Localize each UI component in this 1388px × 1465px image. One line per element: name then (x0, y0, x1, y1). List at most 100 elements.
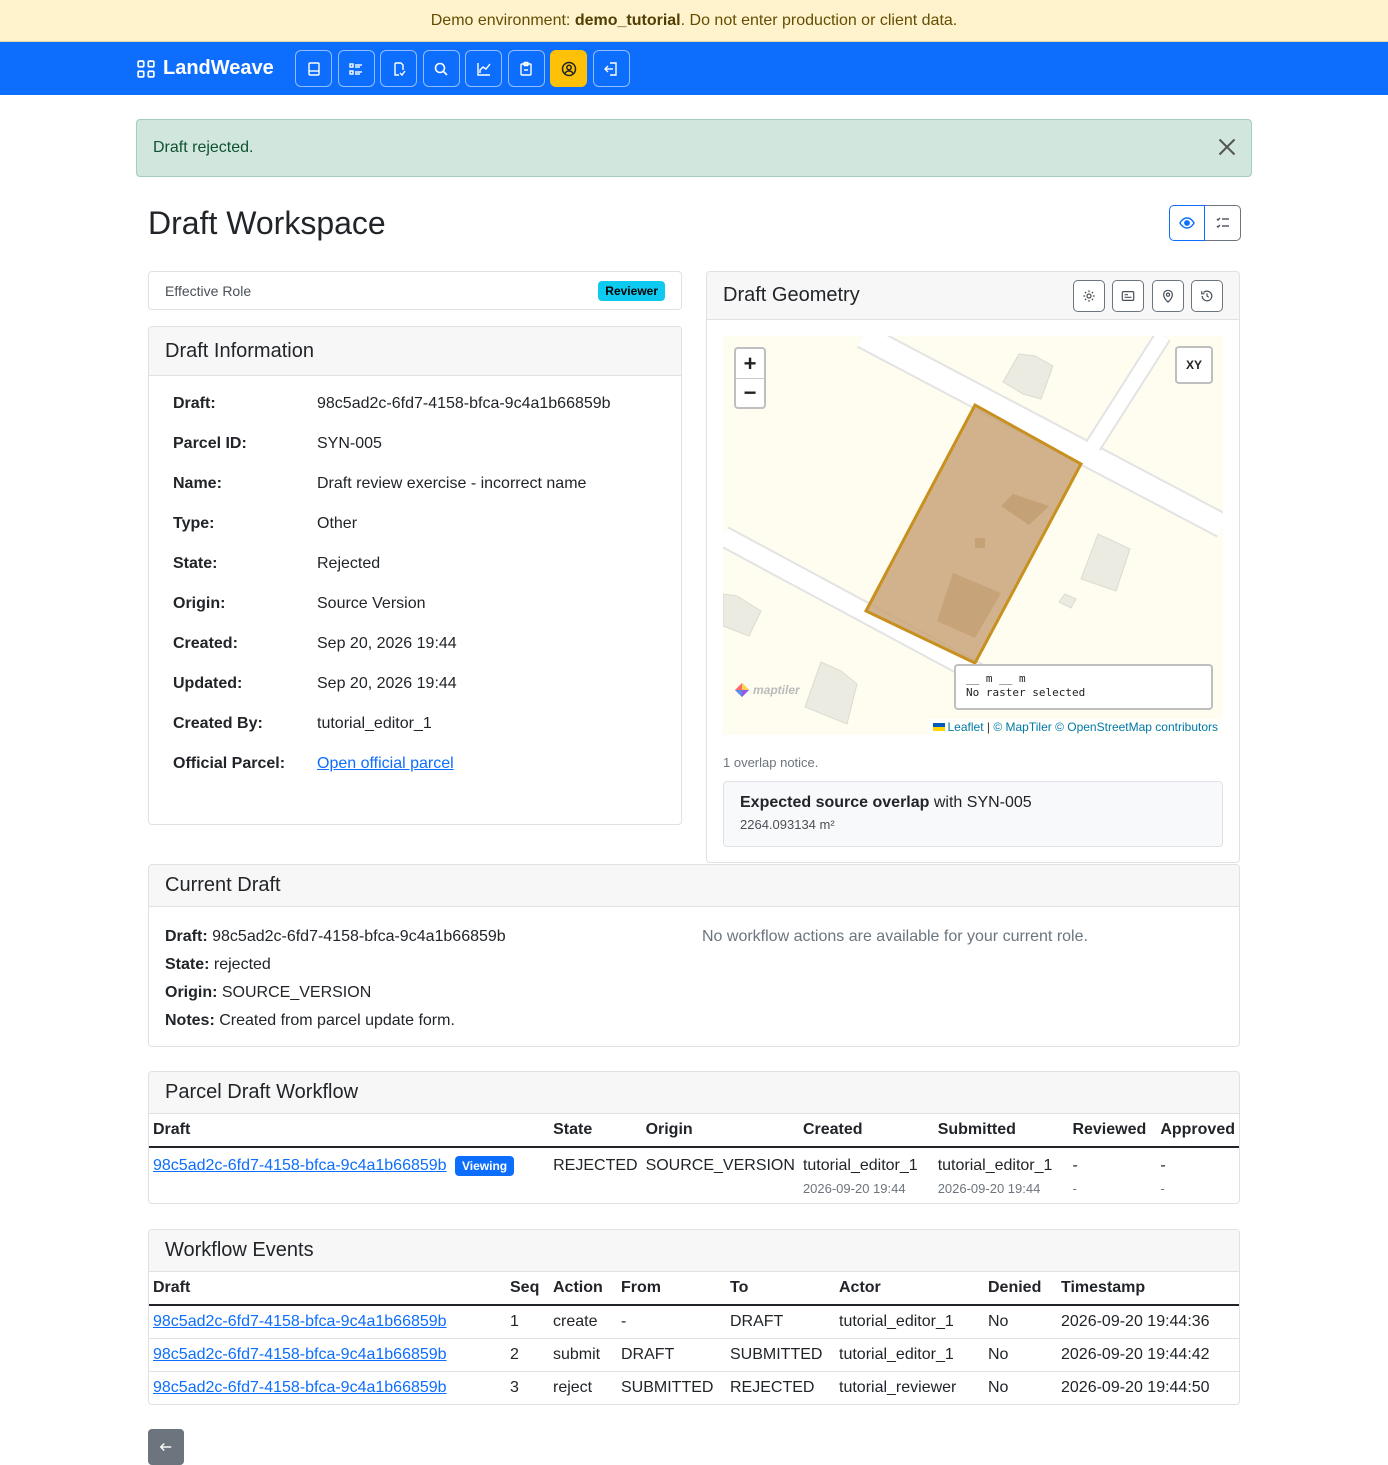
role-badge: Reviewer (598, 280, 665, 301)
history-icon (1201, 290, 1213, 301)
col-state: State (549, 1114, 642, 1148)
user-circle-icon (561, 61, 577, 76)
geometry-map[interactable]: + − XY __ m __ m No raster selected mapt… (723, 336, 1223, 735)
zoom-in-button[interactable]: + (736, 349, 764, 378)
workflow-reviewed: - (1072, 1157, 1078, 1174)
maptiler-link[interactable]: © MapTiler (993, 720, 1051, 734)
workflow-state: REJECTED (553, 1157, 638, 1174)
close-icon[interactable] (1217, 137, 1237, 157)
col-actor: Actor (835, 1272, 984, 1306)
brand-link[interactable]: LandWeave (137, 57, 274, 80)
brand-name: LandWeave (163, 57, 274, 79)
maptiler-logo-text: maptiler (753, 683, 800, 697)
checklist-button[interactable] (1205, 205, 1241, 241)
maptiler-logo[interactable]: maptiler (734, 682, 800, 698)
view-button[interactable] (1169, 205, 1205, 241)
view-toggle-group (1169, 205, 1241, 241)
info-row-created: Created: Sep 20, 2026 19:44 (173, 635, 457, 652)
xy-coordinate-button[interactable]: XY (1175, 346, 1213, 384)
table-row: 98c5ad2c-6fd7-4158-bfca-9c4a1b66859b 3 r… (153, 1378, 1210, 1396)
table-row: 98c5ad2c-6fd7-4158-bfca-9c4a1b66859b Vie… (149, 1147, 1239, 1203)
alert-message: Draft rejected. (153, 139, 254, 156)
col-origin: Origin (641, 1114, 799, 1148)
workflow-created-at: 2026-09-20 19:44 (802, 1181, 906, 1196)
nav-book-button[interactable] (295, 50, 333, 87)
col-created: Created (798, 1114, 934, 1148)
workflow-header: Parcel Draft Workflow (149, 1072, 1239, 1114)
nav-logout-button[interactable] (592, 50, 630, 87)
map-attribution: Leaflet | © MapTiler © OpenStreetMap con… (927, 719, 1223, 735)
events-header: Workflow Events (149, 1230, 1239, 1272)
scale-line-text: __ m __ m (966, 672, 1026, 685)
map-pin-icon (1162, 289, 1173, 303)
col-denied: Denied (984, 1272, 1057, 1306)
workflow-submitted-at: 2026-09-20 19:44 (937, 1181, 1041, 1196)
card-icon (1121, 290, 1135, 301)
current-draft-card: Current Draft Draft: 98c5ad2c-6fd7-4158-… (148, 864, 1240, 1047)
clipboard-icon (520, 61, 532, 76)
osm-link[interactable]: © OpenStreetMap contributors (1055, 720, 1218, 734)
col-to: To (726, 1272, 835, 1306)
overlap-title-line: Expected source overlap with SYN-005 (740, 794, 1206, 812)
top-navbar: LandWeave (0, 42, 1388, 95)
effective-role-label: Effective Role (165, 282, 252, 299)
geometry-settings-button[interactable] (1072, 279, 1105, 312)
demo-banner-prefix: Demo environment: (430, 11, 571, 29)
nav-profile-button[interactable] (550, 50, 588, 87)
map-building (975, 538, 985, 548)
info-row-official-parcel: Official Parcel: Open official parcel (173, 755, 611, 795)
current-draft-header: Current Draft (149, 865, 1239, 907)
workflow-table: Draft State Origin Created Submitted Rev… (149, 1114, 1239, 1203)
col-draft: Draft (149, 1272, 506, 1306)
overlap-with: with SYN-005 (929, 794, 1032, 811)
info-row-origin: Origin: Source Version (173, 595, 426, 612)
geometry-toolbar (1065, 279, 1223, 312)
table-row: 98c5ad2c-6fd7-4158-bfca-9c4a1b66859b 2 s… (149, 1338, 1239, 1372)
geometry-history-button[interactable] (1191, 279, 1223, 312)
draft-geometry-header: Draft Geometry (707, 272, 1239, 320)
geometry-pin-button[interactable] (1151, 279, 1184, 312)
event-draft-link[interactable]: 98c5ad2c-6fd7-4158-bfca-9c4a1b66859b (153, 1313, 447, 1330)
draft-information-header: Draft Information (149, 327, 681, 376)
effective-role-card: Effective Role Reviewer (148, 271, 682, 310)
col-from: From (617, 1272, 726, 1306)
scale-info-box: __ m __ m No raster selected (954, 664, 1213, 710)
ukraine-flag-icon (932, 723, 945, 731)
workflow-submitted-by: tutorial_editor_1 (937, 1157, 1053, 1174)
col-draft: Draft (149, 1114, 550, 1148)
parcel-draft-workflow-card: Parcel Draft Workflow Draft State Origin… (148, 1071, 1240, 1204)
open-official-parcel-link[interactable]: Open official parcel (317, 755, 454, 795)
nav-drafts-button[interactable] (380, 50, 418, 87)
leaflet-link[interactable]: Leaflet (948, 720, 984, 734)
event-draft-link[interactable]: 98c5ad2c-6fd7-4158-bfca-9c4a1b66859b (153, 1379, 447, 1396)
workflow-draft-link[interactable]: 98c5ad2c-6fd7-4158-bfca-9c4a1b66859b (153, 1157, 447, 1174)
col-seq: Seq (506, 1272, 549, 1306)
draft-geometry-title: Draft Geometry (723, 284, 860, 306)
demo-banner: Demo environment: demo_tutorial. Do not … (0, 0, 1388, 42)
current-draft-origin: Origin: SOURCE_VERSION (165, 984, 372, 1001)
table-row: 98c5ad2c-6fd7-4158-bfca-9c4a1b66859b 1 c… (149, 1305, 1239, 1339)
event-draft-link[interactable]: 98c5ad2c-6fd7-4158-bfca-9c4a1b66859b (153, 1346, 447, 1363)
chart-icon (477, 62, 491, 76)
list-icon (349, 62, 363, 75)
zoom-out-button[interactable]: − (736, 378, 764, 407)
demo-banner-suffix: . Do not enter production or client data… (680, 11, 958, 29)
info-row-state: State: Rejected (173, 555, 381, 572)
workflow-approved: - (1160, 1157, 1166, 1174)
nav-search-button[interactable] (422, 50, 460, 87)
nav-clipboard-button[interactable] (507, 50, 545, 87)
nav-chart-button[interactable] (465, 50, 503, 87)
no-actions-note: No workflow actions are available for yo… (702, 928, 1088, 945)
current-draft-state: State: rejected (165, 956, 271, 973)
draft-information-card: Draft Information Draft: 98c5ad2c-6fd7-41… (148, 326, 682, 825)
back-button[interactable] (148, 1429, 184, 1465)
col-reviewed: Reviewed (1068, 1114, 1157, 1148)
nav-list-button[interactable] (337, 50, 375, 87)
workflow-origin: SOURCE_VERSION (645, 1157, 795, 1174)
current-draft-id: Draft: 98c5ad2c-6fd7-4158-bfca-9c4a1b668… (165, 928, 506, 945)
overlap-title: Expected source overlap (740, 794, 930, 811)
viewing-badge: Viewing (455, 1156, 515, 1176)
geometry-card-button[interactable] (1112, 279, 1144, 312)
col-action: Action (549, 1272, 617, 1306)
workflow-created-by: tutorial_editor_1 (802, 1157, 918, 1174)
